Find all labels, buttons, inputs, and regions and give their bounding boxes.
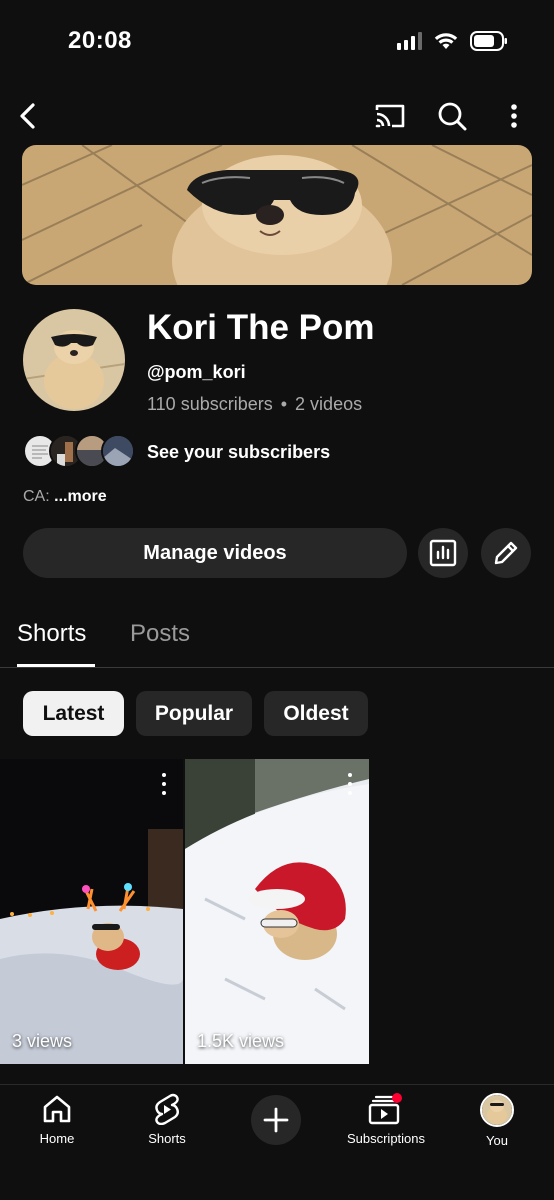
tab-posts[interactable]: Posts [130,620,190,648]
filter-chip-latest[interactable]: Latest [23,691,124,736]
nav-you[interactable]: You [442,1093,552,1155]
short-thumbnail[interactable]: 3 views [0,759,183,1064]
video-count: 2 videos [295,394,363,414]
short-thumbnail[interactable]: 1.5K views [185,759,369,1064]
subscriptions-icon [368,1093,402,1125]
wifi-icon [434,33,458,49]
top-app-bar [0,90,554,140]
see-subscribers-link[interactable]: See your subscribers [147,442,330,463]
nav-label: You [486,1133,508,1148]
back-arrow-icon [20,103,35,129]
active-tab-indicator [17,664,95,667]
channel-stats: 110 subscribers • 2 videos [147,394,362,415]
subscriber-count: 110 subscribers [147,394,273,414]
nav-home[interactable]: Home [2,1093,112,1155]
manage-videos-button[interactable]: Manage videos [23,528,407,578]
short-thumbnail-image [0,759,183,1064]
channel-handle: @pom_kori [147,362,246,382]
cast-button[interactable] [368,94,412,138]
channel-avatar[interactable] [23,309,125,411]
status-time: 20:08 [68,27,132,54]
cellular-signal-icon [397,32,422,50]
banner-image [22,145,532,285]
description-text: CA: [23,488,50,505]
see-subscribers-row[interactable]: See your subscribers [23,433,330,471]
channel-banner [22,145,532,285]
edit-channel-button[interactable] [481,528,531,578]
analytics-button[interactable] [418,528,468,578]
create-button[interactable] [251,1095,301,1145]
avatar [480,1093,514,1127]
status-bar: 20:08 [0,0,554,84]
search-icon [438,102,467,131]
channel-description[interactable]: CA: ...more [23,488,107,506]
channel-name: Kori The Pom [147,308,375,347]
short-view-count: 3 views [12,1031,73,1051]
bottom-navigation: Home Shorts Subscriptions You [0,1084,554,1200]
filter-chip-popular[interactable]: Popular [136,691,252,736]
search-button[interactable] [430,94,474,138]
nav-label: Subscriptions [346,1131,426,1146]
nav-label: Shorts [148,1131,186,1146]
short-view-count: 1.5K views [197,1031,285,1051]
battery-icon [470,31,507,51]
pencil-icon [494,541,518,565]
filter-chip-oldest[interactable]: Oldest [264,691,368,736]
separator-dot: • [280,394,288,414]
more-vertical-icon [511,104,517,128]
channel-tabs: Shorts Posts [0,606,554,668]
back-button[interactable] [6,94,50,138]
home-icon [43,1095,71,1123]
nav-label: Home [39,1131,75,1146]
subscriber-avatar [101,434,135,468]
nav-shorts[interactable]: Shorts [112,1093,222,1155]
tab-shorts[interactable]: Shorts [17,620,86,648]
plus-icon [263,1107,289,1133]
subscriber-avatars [23,434,135,470]
nav-subscriptions[interactable]: Subscriptions [331,1093,441,1155]
short-more-button[interactable] [157,773,171,795]
more-options-button[interactable] [492,94,536,138]
shorts-icon [155,1093,179,1125]
cast-icon [375,104,405,128]
analytics-icon [429,539,457,567]
short-thumbnail-image [185,759,369,1064]
more-link[interactable]: ...more [54,488,106,505]
status-icons [397,31,508,51]
short-more-button[interactable] [343,773,357,795]
